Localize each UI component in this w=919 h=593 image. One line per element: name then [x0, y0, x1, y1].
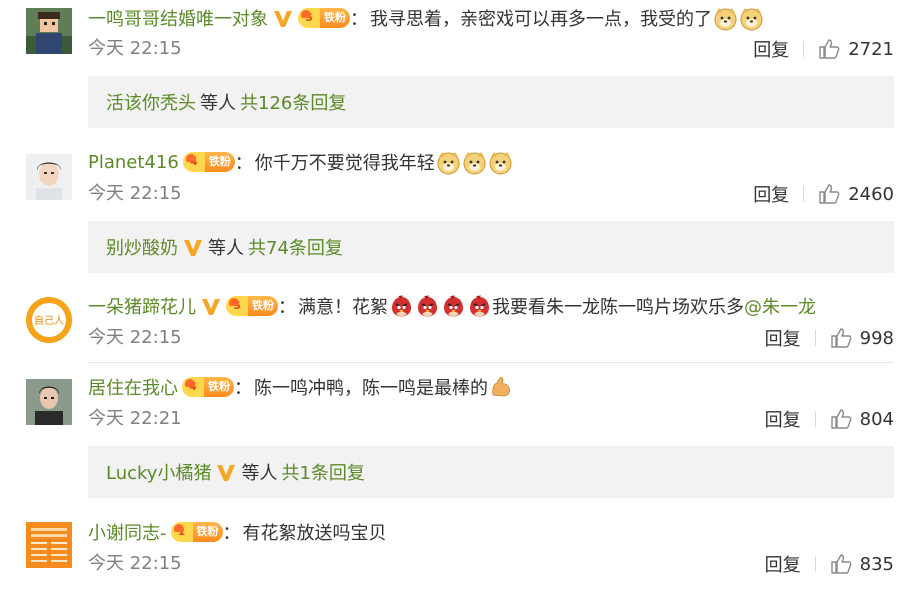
comment-actions: 回复 2460 [753, 181, 894, 207]
reply-button[interactable]: 回复 [765, 406, 801, 432]
mention-link[interactable]: @朱一龙 [744, 293, 816, 319]
reply-summary[interactable]: 活该你秃头 等人 共126条回复 [88, 76, 894, 128]
comment-line: 居住在我心 4 铁粉 ： 陈一鸣冲鸭，陈一鸣是最棒的 [88, 374, 514, 400]
fan-level: 1 [170, 522, 193, 542]
fan-badge[interactable]: 5 铁粉 [298, 8, 350, 28]
like-count: 835 [859, 553, 894, 575]
reply-username[interactable]: 活该你秃头 [106, 89, 196, 115]
like-count: 2460 [848, 183, 894, 205]
reply-others-text: 等人 [241, 463, 278, 484]
comment-text: 满意！花絮 [298, 297, 388, 318]
comment-time: 今天 22:15 [88, 38, 182, 59]
divider [803, 186, 805, 202]
angry-bird-emoji-icon [389, 294, 414, 319]
username-link[interactable]: 小谢同志- [88, 519, 167, 545]
fan-badge[interactable]: 1 铁粉 [170, 522, 223, 542]
doge-emoji-icon [739, 6, 764, 31]
angry-bird-emoji-icon [415, 294, 440, 319]
like-count: 998 [859, 327, 894, 349]
avatar[interactable] [26, 379, 72, 425]
angry-bird-emoji-icon [467, 294, 492, 319]
comment-time: 今天 22:15 [88, 183, 182, 204]
divider [88, 362, 894, 363]
reply-count-link[interactable]: 共1条回复 [281, 459, 364, 485]
thumbs-up-icon[interactable] [818, 183, 840, 205]
comment-line: Planet416 4 铁粉 ： 你千万不要觉得我年轻 [88, 149, 513, 175]
doge-emoji-icon [462, 150, 487, 175]
reply-button[interactable]: 回复 [765, 551, 801, 577]
fan-badge[interactable]: 5 铁粉 [226, 296, 278, 316]
username-link[interactable]: Planet416 [88, 152, 179, 173]
avatar[interactable] [26, 522, 72, 568]
comment-text: 我要看朱一龙陈一鸣片场欢乐多 [492, 297, 744, 318]
reply-summary[interactable]: Lucky小橘猪 等人 共1条回复 [88, 446, 894, 498]
comment-time: 今天 22:21 [88, 408, 182, 429]
comment-line: 一鸣哥哥结婚唯一对象 5 铁粉 ： 我寻思着，亲密戏可以再多一点，我受的了 [88, 5, 764, 31]
fan-badge[interactable]: 4 铁粉 [182, 152, 235, 172]
like-count: 2721 [848, 38, 894, 60]
verified-v-icon [272, 7, 294, 29]
comment-text: 我寻思着，亲密戏可以再多一点，我受的了 [370, 9, 712, 30]
fan-level: 4 [182, 377, 204, 397]
thumbs-up-icon[interactable] [830, 553, 852, 575]
comment-line: 一朵猪蹄花儿 5 铁粉 ： 满意！花絮 我要看朱一龙陈一鸣片场欢乐多 @朱一龙 [88, 293, 816, 319]
verified-v-icon [215, 461, 237, 483]
avatar[interactable] [26, 8, 72, 54]
flexed-arm-emoji-icon [489, 375, 514, 400]
fan-level: 5 [298, 8, 320, 28]
comment-actions: 回复 998 [765, 325, 894, 351]
comment-text: 陈一鸣冲鸭，陈一鸣是最棒的 [254, 378, 488, 399]
reply-button[interactable]: 回复 [753, 181, 789, 207]
divider [814, 556, 816, 572]
reply-count-link[interactable]: 共74条回复 [248, 234, 343, 260]
verified-v-icon [182, 236, 204, 258]
doge-emoji-icon [488, 150, 513, 175]
reply-username[interactable]: Lucky小橘猪 [106, 459, 211, 485]
fan-badge-label: 铁粉 [204, 377, 234, 397]
verified-v-icon [200, 295, 222, 317]
fan-badge[interactable]: 4 铁粉 [182, 377, 234, 397]
comment-actions: 回复 835 [765, 551, 894, 577]
comment-text: 你千万不要觉得我年轻 [254, 153, 435, 174]
reply-username[interactable]: 别炒酸奶 [106, 234, 178, 260]
reply-others-text: 等人 [208, 238, 244, 259]
comment-line: 小谢同志- 1 铁粉 ： 有花絮放送吗宝贝 [88, 519, 387, 545]
comment-time: 今天 22:15 [88, 553, 182, 574]
thumbs-up-icon[interactable] [818, 38, 840, 60]
reply-summary[interactable]: 别炒酸奶 等人 共74条回复 [88, 221, 894, 273]
fan-level: 5 [226, 296, 248, 316]
comment-actions: 回复 804 [765, 406, 894, 432]
fan-level: 4 [182, 152, 205, 172]
reply-button[interactable]: 回复 [765, 325, 801, 351]
doge-emoji-icon [436, 150, 461, 175]
avatar[interactable] [26, 154, 72, 200]
reply-others-text: 等人 [200, 93, 236, 114]
thumbs-up-icon[interactable] [830, 408, 852, 430]
comment-actions: 回复 2721 [753, 36, 894, 62]
avatar-text: 自己人 [34, 314, 64, 327]
divider [814, 411, 816, 427]
fan-badge-label: 铁粉 [204, 152, 235, 172]
reply-button[interactable]: 回复 [753, 36, 789, 62]
divider [814, 330, 816, 346]
doge-emoji-icon [713, 6, 738, 31]
divider [803, 41, 805, 57]
fan-badge-label: 铁粉 [320, 8, 350, 28]
reply-count-link[interactable]: 共126条回复 [240, 89, 346, 115]
comment-time: 今天 22:15 [88, 327, 182, 348]
fan-badge-label: 铁粉 [192, 522, 223, 542]
username-link[interactable]: 一鸣哥哥结婚唯一对象 [88, 5, 268, 31]
like-count: 804 [859, 408, 894, 430]
thumbs-up-icon[interactable] [830, 327, 852, 349]
avatar[interactable]: 自己人 [26, 297, 72, 343]
angry-bird-emoji-icon [441, 294, 466, 319]
fan-badge-label: 铁粉 [248, 296, 278, 316]
username-link[interactable]: 一朵猪蹄花儿 [88, 293, 196, 319]
username-link[interactable]: 居住在我心 [88, 374, 178, 400]
comment-text: 有花絮放送吗宝贝 [242, 523, 387, 544]
